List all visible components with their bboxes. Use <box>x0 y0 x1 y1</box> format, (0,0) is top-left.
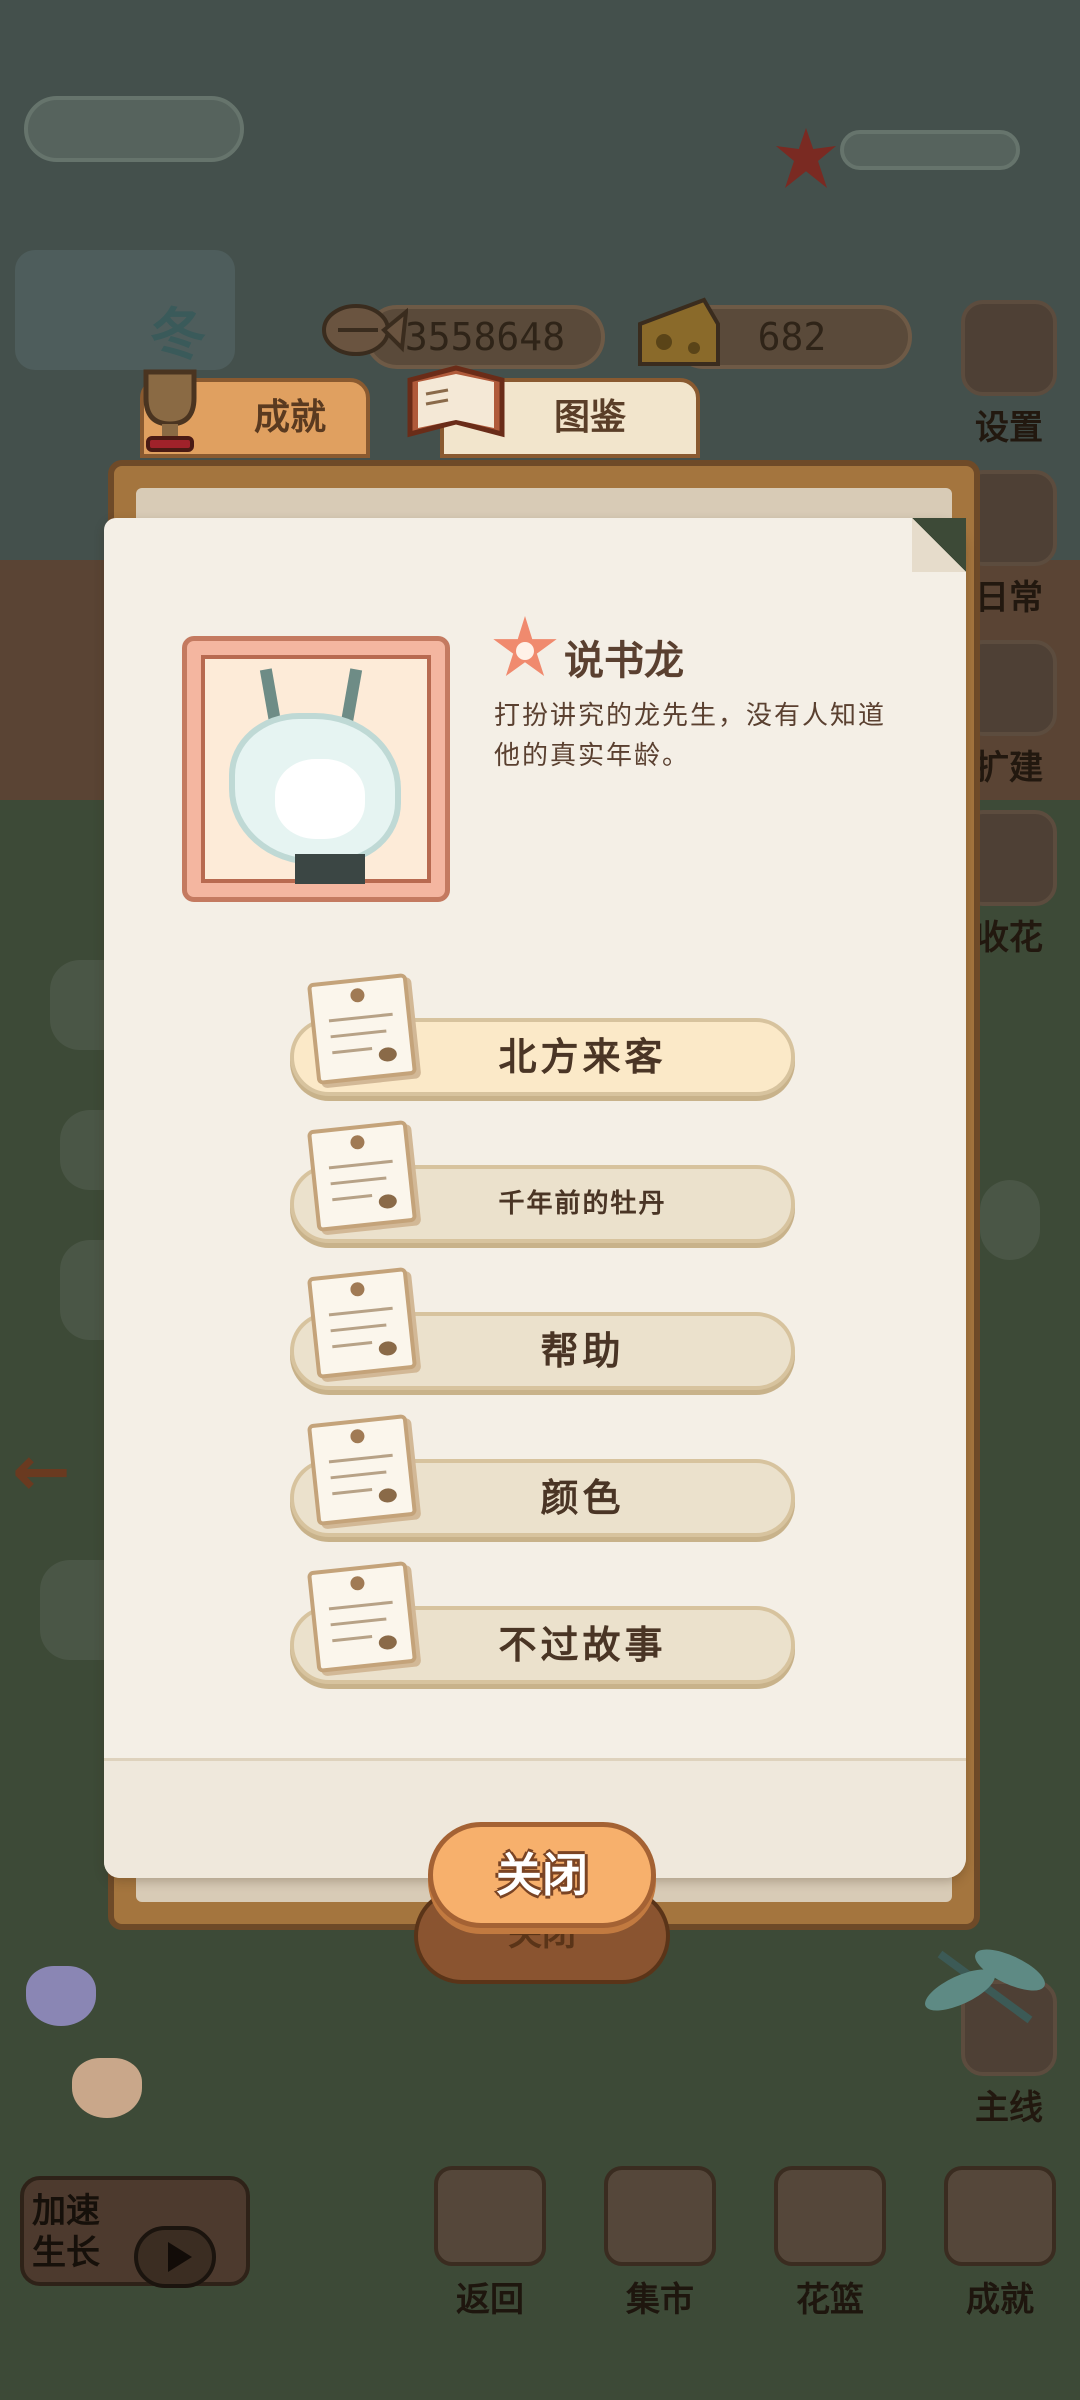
cloud <box>840 130 1020 170</box>
tab-codex-label: 图鉴 <box>553 397 626 438</box>
story-label: 颜色 <box>540 1476 625 1520</box>
close-button-label: 关闭 <box>496 1848 588 1902</box>
tab-achievement-label: 成就 <box>253 397 326 438</box>
note-paper-icon <box>306 1414 418 1526</box>
speed-up-label-line1: 加速 <box>32 2191 100 2231</box>
open-book-icon <box>402 350 505 450</box>
dragon-avatar <box>201 655 431 884</box>
character-name: 说书龙 <box>564 638 684 684</box>
arrow-left-icon[interactable]: ← <box>12 1430 71 1512</box>
nav-back-button[interactable]: 返回 <box>425 2166 555 2321</box>
nav-achievement-label: 成就 <box>966 2280 1034 2320</box>
story-label: 北方来客 <box>498 1035 667 1079</box>
nav-basket-button[interactable]: 花篮 <box>765 2166 895 2321</box>
story-entry-3[interactable]: 帮助 <box>290 1267 795 1390</box>
story-entry-2[interactable]: 千年前的牡丹 <box>290 1120 795 1243</box>
dragon-face <box>275 759 365 839</box>
trophy-icon <box>120 358 220 458</box>
flower-basket-icon <box>774 2166 886 2266</box>
nav-market-label: 集市 <box>626 2280 694 2320</box>
speed-up-label-line2: 生长 <box>32 2233 100 2273</box>
cheese-currency-value: 682 <box>757 315 827 359</box>
window-icon <box>434 2166 546 2266</box>
dragonfly-icon <box>925 1949 1045 2024</box>
trophy-icon <box>944 2166 1056 2266</box>
flower-icon-center <box>516 642 534 660</box>
note-paper-icon <box>306 1561 418 1673</box>
settings-button[interactable]: 设置 <box>954 300 1064 449</box>
story-label: 不过故事 <box>498 1623 667 1667</box>
note-paper-icon <box>306 1267 418 1379</box>
paper-fold <box>912 518 966 572</box>
story-entry-4[interactable]: 颜色 <box>290 1414 795 1537</box>
note-paper-icon <box>306 973 418 1085</box>
cloud <box>24 96 244 162</box>
market-stall-icon <box>604 2166 716 2266</box>
gear-icon <box>961 300 1057 396</box>
dragon-horn <box>339 668 363 730</box>
cheese-icon <box>634 294 724 374</box>
speed-up-label: 加速 生长 <box>32 2190 100 2274</box>
character-description: 打扮讲究的龙先生，没有人知道他的真实年龄。 <box>494 701 887 771</box>
butterfly-icon <box>26 1966 96 2026</box>
mainline-label: 主线 <box>975 2088 1043 2128</box>
settings-label: 设置 <box>975 408 1043 448</box>
butterfly-icon <box>72 2058 142 2118</box>
note-paper-icon <box>306 1120 418 1232</box>
play-icon <box>134 2226 216 2288</box>
nav-market-button[interactable]: 集市 <box>595 2166 725 2321</box>
dragon-horn <box>259 668 283 730</box>
story-entry-1[interactable]: 北方来客 <box>290 973 795 1096</box>
story-label: 千年前的牡丹 <box>498 1189 667 1219</box>
close-button[interactable]: 关闭 <box>428 1822 656 1928</box>
story-entry-5[interactable]: 不过故事 <box>290 1561 795 1684</box>
story-label: 帮助 <box>540 1329 625 1373</box>
nav-achievement-button[interactable]: 成就 <box>935 2166 1065 2321</box>
dragon-collar <box>295 854 365 884</box>
character-portrait <box>182 636 450 902</box>
fish-bone-icon <box>318 290 409 370</box>
speed-up-button[interactable]: 加速 生长 <box>20 2176 250 2288</box>
nav-basket-label: 花篮 <box>796 2280 864 2320</box>
stepping-stone <box>980 1180 1040 1260</box>
nav-back-label: 返回 <box>456 2280 524 2320</box>
